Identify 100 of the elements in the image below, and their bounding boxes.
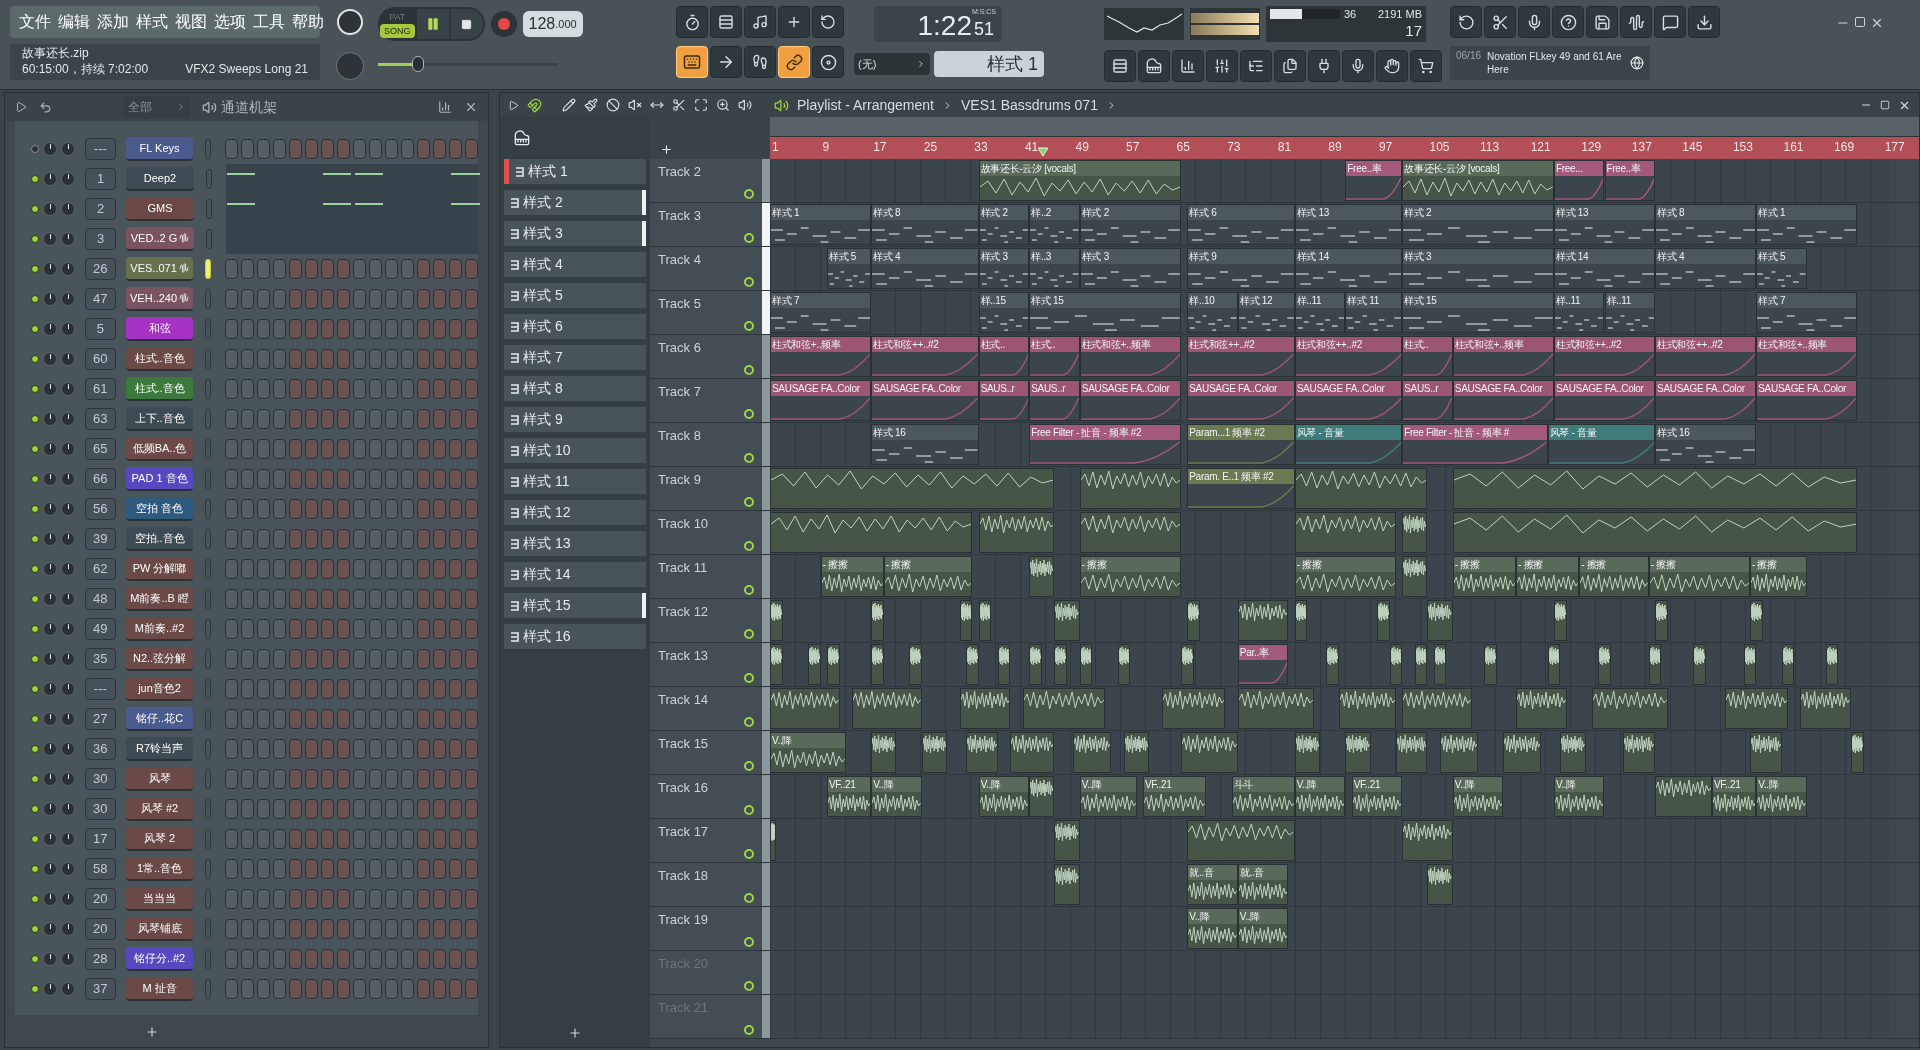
track-header[interactable]: Track 17 <box>650 819 762 862</box>
channel-name-button[interactable]: GMS <box>126 197 194 221</box>
menu-item[interactable]: 编辑 <box>55 10 93 34</box>
midi-input-dropdown[interactable]: (无) <box>854 53 930 75</box>
automation-clip[interactable]: 柱式和弦+..频率 <box>770 336 872 377</box>
mixer-track-number[interactable]: 39 <box>84 528 117 550</box>
group-filter-dropdown[interactable]: 全部 <box>124 96 190 118</box>
automation-clip[interactable]: Free..率 <box>1604 160 1656 201</box>
mixer-track-number[interactable]: 26 <box>84 258 117 280</box>
pattern-clip[interactable]: 样式 15 <box>1402 292 1554 333</box>
pattern-clip[interactable]: 样式 12 <box>1237 292 1295 333</box>
automation-clip[interactable]: SAUSAGE FA..Color <box>1756 380 1858 421</box>
automation-clip[interactable]: 柱式.. <box>1402 336 1453 377</box>
track-header[interactable]: Track 8 <box>650 423 762 466</box>
automation-clip[interactable]: 柱式和弦+..频率 <box>1079 336 1181 377</box>
track-header[interactable]: Track 13 <box>650 643 762 686</box>
channel-name-button[interactable]: 铭仔分..#2 <box>126 947 194 971</box>
audio-clip[interactable]: 就..音 <box>1237 864 1289 905</box>
audio-clip[interactable]: - 擦擦 <box>1648 556 1750 597</box>
track-header[interactable]: Track 10 <box>650 511 762 554</box>
channel-name-button[interactable]: 1常..音色 <box>126 857 194 881</box>
pattern-clip[interactable]: 样..3 <box>1029 248 1080 289</box>
news-panel[interactable]: 06/16 Novation FLkey 49 and 61 Are Here <box>1450 46 1650 80</box>
pattern-clip[interactable]: 样式 7 <box>1756 292 1858 333</box>
pattern-clip[interactable]: 样式 13 <box>1294 204 1403 245</box>
pattern-list-item[interactable]: 样式 14 <box>504 562 646 587</box>
audio-clip[interactable]: V..降 <box>770 732 846 773</box>
channel-name-button[interactable]: 铭仔..花C <box>126 707 194 731</box>
pattern-clip[interactable]: 样..15 <box>978 292 1030 333</box>
pattern-list-item[interactable]: 样式 6 <box>504 314 646 339</box>
track-header[interactable]: Track 2 <box>650 159 762 202</box>
channel-name-button[interactable]: 风琴 <box>126 767 194 791</box>
pattern-clip[interactable]: 样式 4 <box>1655 248 1757 289</box>
pattern-list-item[interactable]: 样式 9 <box>504 407 646 432</box>
mixer-track-number[interactable]: 58 <box>84 858 117 880</box>
audio-clip[interactable]: V..降 <box>1237 908 1289 949</box>
automation-clip[interactable]: SAUSAGE FA..Color <box>1294 380 1403 421</box>
audio-clip[interactable]: - 擦擦 <box>1294 556 1396 597</box>
pattern-list-item[interactable]: 样式 4 <box>504 252 646 277</box>
audio-clip[interactable]: 斗斗 <box>1231 776 1295 817</box>
mixer-track-number[interactable]: 63 <box>84 408 117 430</box>
track-header[interactable]: Track 12 <box>650 599 762 642</box>
track-header[interactable]: Track 5 <box>650 291 762 334</box>
pattern-clip[interactable]: 样式 8 <box>1655 204 1757 245</box>
automation-clip[interactable]: SAUS..r <box>978 380 1030 421</box>
track-header[interactable]: Track 14 <box>650 687 762 730</box>
menu-item[interactable]: 工具 <box>250 10 288 34</box>
mixer-track-number[interactable]: 17 <box>84 828 117 850</box>
track-header[interactable]: Track 7 <box>650 379 762 422</box>
tempo-display[interactable]: 128.000 <box>522 11 583 37</box>
channel-name-button[interactable]: 和弦 <box>126 317 194 341</box>
channel-name-button[interactable]: PW 分解嘟 <box>126 557 194 581</box>
automation-clip[interactable]: 柱式.. <box>1029 336 1080 377</box>
mixer-track-number[interactable]: 56 <box>84 498 117 520</box>
mixer-track-number[interactable]: --- <box>84 138 117 160</box>
track-header[interactable]: Track 18 <box>650 863 762 906</box>
channel-name-button[interactable]: PAD 1 音色 <box>126 467 194 491</box>
automation-clip[interactable]: 风琴 - 音量 <box>1294 424 1403 465</box>
mixer-track-number[interactable]: 61 <box>84 378 117 400</box>
pattern-list-item[interactable]: 样式 11 <box>504 469 646 494</box>
track-header[interactable]: Track 3 <box>650 203 762 246</box>
audio-clip[interactable]: V..降 <box>1553 776 1605 817</box>
channel-name-button[interactable]: VES..071 <box>126 257 194 281</box>
automation-clip[interactable]: Par..率 <box>1237 644 1289 685</box>
automation-clip[interactable]: SAUSAGE FA..Color <box>1452 380 1554 421</box>
pattern-clip[interactable]: 样式 1 <box>770 204 872 245</box>
mixer-track-number[interactable]: --- <box>84 678 117 700</box>
audio-clip[interactable]: V..降 <box>1294 776 1346 817</box>
channel-name-button[interactable]: VED..2 G <box>126 227 194 251</box>
automation-clip[interactable]: SAUS..r <box>1029 380 1080 421</box>
pattern-list-item[interactable]: 样式 13 <box>504 531 646 556</box>
automation-clip[interactable]: SAUSAGE FA..Color <box>1553 380 1656 421</box>
menu-item[interactable]: 帮助 <box>289 10 327 34</box>
channel-name-button[interactable]: 柱式..音色 <box>126 347 194 371</box>
pattern-clip[interactable]: 样式 14 <box>1294 248 1403 289</box>
mixer-track-number[interactable]: 20 <box>84 918 117 940</box>
pattern-clip[interactable]: 样式 7 <box>770 292 872 333</box>
pattern-list-item[interactable]: 样式 12 <box>504 500 646 525</box>
automation-clip[interactable]: Free Filter - 扯音 - 频率 #2 <box>1029 424 1181 465</box>
pattern-clip[interactable]: 样式 2 <box>978 204 1030 245</box>
mode-toggle[interactable]: SONG <box>380 24 415 38</box>
channel-name-button[interactable]: 上下..音色 <box>126 407 194 431</box>
track-header[interactable]: Track 16 <box>650 775 762 818</box>
track-header[interactable]: Track 4 <box>650 247 762 290</box>
pattern-clip[interactable]: 样式 16 <box>871 424 979 465</box>
menu-item[interactable]: 样式 <box>133 10 171 34</box>
audio-clip[interactable]: 就..音 <box>1187 864 1238 905</box>
channel-name-button[interactable]: Deep2 <box>126 167 194 191</box>
audio-clip[interactable]: V..降 <box>1756 776 1807 817</box>
pattern-clip[interactable]: 样式 9 <box>1187 248 1295 289</box>
channel-name-button[interactable]: 风琴 #2 <box>126 797 194 821</box>
channel-name-button[interactable]: FL Keys <box>126 137 194 161</box>
pattern-clip[interactable]: 样式 4 <box>871 248 979 289</box>
mixer-track-number[interactable]: 62 <box>84 558 117 580</box>
automation-clip[interactable]: SAUS..r <box>1402 380 1453 421</box>
mixer-track-number[interactable]: 37 <box>84 978 117 1000</box>
audio-clip[interactable]: 故事还长-云汐 [vocals] <box>1402 160 1554 201</box>
mixer-track-number[interactable]: 2 <box>84 198 117 220</box>
pattern-clip[interactable]: 样式 16 <box>1655 424 1757 465</box>
audio-clip[interactable]: VF..21 <box>826 776 872 817</box>
